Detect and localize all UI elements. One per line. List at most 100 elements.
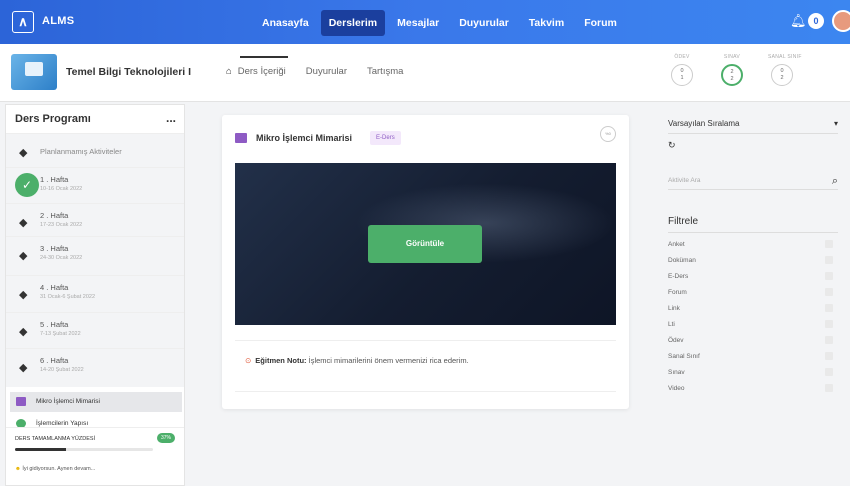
sidebar-item-week-1[interactable]: ✓ 1 . Hafta 10-16 Ocak 2022 — [6, 167, 184, 203]
layers-icon: ◆ — [19, 147, 28, 159]
filter-dokuman[interactable]: Doküman — [668, 256, 838, 264]
filter-lti[interactable]: Lti — [668, 320, 838, 328]
layers-icon: ◆ — [19, 250, 28, 262]
stat-label: SANAL SINIF — [768, 54, 802, 60]
sidebar-activity-islemcilerin-yapisi[interactable]: İşlemcilerin Yapısı — [10, 414, 182, 428]
stat-sanal-sinif[interactable]: SANAL SINIF 02 — [768, 54, 802, 86]
filter-sanal-sinif[interactable]: Sanal Sınıf — [668, 352, 838, 360]
chevron-down-icon[interactable]: ▾ — [834, 119, 838, 128]
brand-name[interactable]: ALMS — [42, 15, 74, 27]
activity-type-badge: E-Ders — [370, 131, 401, 145]
nav-takvim[interactable]: Takvim — [521, 10, 572, 36]
stat-counter: 22 — [721, 64, 743, 86]
completion-progress-fill — [15, 448, 67, 451]
tab-ders-icerigi[interactable]: ⌂ Ders İçeriği — [226, 56, 288, 77]
activity-card: Mikro İşlemci Mimarisi E-Ders %0 Görüntü… — [222, 115, 629, 409]
filter-checkbox[interactable] — [825, 336, 833, 344]
filter-checkbox[interactable] — [825, 272, 833, 280]
completion-badge: 37% — [156, 433, 175, 443]
sidebar-item-week-2[interactable]: ◆ 2 . Hafta 17-23 Ocak 2022 — [6, 203, 184, 236]
video-preview[interactable]: Görüntüle — [235, 163, 616, 325]
filter-sinav[interactable]: Sınav — [668, 368, 838, 376]
layers-icon: ◆ — [19, 289, 28, 301]
filter-checkbox[interactable] — [825, 368, 833, 376]
course-stats: ÖDEV 01 SINAV 22 SANAL SINIF 02 — [668, 54, 802, 86]
nav-anasayfa[interactable]: Anasayfa — [254, 10, 317, 36]
week-dates: 14-20 Şubat 2022 — [40, 367, 84, 373]
week-title: 4 . Hafta — [40, 283, 69, 292]
filter-label: Video — [668, 385, 685, 392]
completion-message-text: İyi gidiyorsun. Aynen devam... — [22, 466, 96, 472]
user-avatar[interactable] — [832, 10, 850, 32]
sort-select[interactable]: Varsayılan Sıralama ▾ ↻ — [668, 119, 838, 150]
completion-progress-bar — [15, 448, 153, 451]
sidebar-item-unplanned[interactable]: ◆ Planlanmamış Aktiviteler — [6, 133, 184, 167]
stat-label: ÖDEV — [674, 54, 690, 60]
refresh-icon[interactable]: ↻ — [668, 140, 676, 151]
week-dates: 31 Ocak-6 Şubat 2022 — [40, 294, 96, 300]
course-header: Temel Bilgi Teknolojileri I ⌂ Ders İçeriğ… — [0, 44, 850, 102]
week-dates: 10-16 Ocak 2022 — [40, 186, 83, 192]
week-title: 3 . Hafta — [40, 244, 69, 253]
filter-label: Ödev — [668, 337, 684, 344]
layers-icon: ◆ — [19, 326, 28, 338]
search-icon[interactable]: ⌕ — [832, 175, 838, 188]
sidebar-item-week-5[interactable]: ◆ 5 . Hafta 7-13 Şubat 2022 — [6, 312, 184, 348]
notification-count[interactable]: 0 — [808, 13, 824, 29]
course-tabs: ⌂ Ders İçeriği Duyurular Tartışma — [226, 56, 403, 77]
filter-label: Lti — [668, 321, 675, 328]
filter-checkbox[interactable] — [825, 352, 833, 360]
bell-icon[interactable]: 🔔︎ — [790, 13, 807, 29]
filter-checkbox[interactable] — [825, 320, 833, 328]
sort-value: Varsayılan Sıralama — [668, 119, 740, 128]
filter-anket[interactable]: Anket — [668, 240, 838, 248]
filter-link[interactable]: Link — [668, 304, 838, 312]
tab-duyurular[interactable]: Duyurular — [306, 66, 347, 77]
nav-forum[interactable]: Forum — [576, 10, 625, 36]
home-icon: ⌂ — [226, 66, 232, 77]
alms-logo-icon[interactable]: ∧ — [12, 11, 34, 33]
sidebar-item-week-4[interactable]: ◆ 4 . Hafta 31 Ocak-6 Şubat 2022 — [6, 275, 184, 312]
filter-forum[interactable]: Forum — [668, 288, 838, 296]
filter-label: Link — [668, 305, 680, 312]
sidebar-item-label: Planlanmamış Aktiviteler — [40, 147, 122, 156]
search-input[interactable]: Aktivite Ara — [668, 177, 701, 184]
filter-video[interactable]: Video — [668, 384, 838, 392]
note-label: Eğitmen Notu: — [255, 356, 307, 365]
filter-checkbox[interactable] — [825, 256, 833, 264]
sidebar-item-week-3[interactable]: ◆ 3 . Hafta 24-30 Ocak 2022 — [6, 236, 184, 275]
filter-checkbox[interactable] — [825, 240, 833, 248]
activity-header: Mikro İşlemci Mimarisi E-Ders — [235, 131, 401, 145]
week-dates: 24-30 Ocak 2022 — [40, 255, 83, 261]
activity-title: Mikro İşlemci Mimarisi — [256, 133, 353, 143]
week-dates: 7-13 Şubat 2022 — [40, 331, 81, 337]
activity-search[interactable]: Aktivite Ara ⌕ — [668, 175, 838, 187]
nav-mesajlar[interactable]: Mesajlar — [389, 10, 447, 36]
sidebar-title: Ders Programı — [15, 113, 91, 125]
stat-label: SINAV — [723, 54, 741, 60]
filter-e-ders[interactable]: E-Ders — [668, 272, 838, 280]
filter-checkbox[interactable] — [825, 288, 833, 296]
tab-tartisma[interactable]: Tartışma — [367, 66, 403, 77]
divider — [668, 232, 838, 233]
more-options-icon[interactable]: ... — [166, 111, 176, 125]
nav-duyurular[interactable]: Duyurular — [451, 10, 517, 36]
course-title: Temel Bilgi Teknolojileri I — [66, 66, 192, 78]
filter-odev[interactable]: Ödev — [668, 336, 838, 344]
stat-sinav[interactable]: SINAV 22 — [718, 54, 746, 86]
nav-derslerim[interactable]: Derslerim — [320, 10, 386, 36]
stat-odev[interactable]: ÖDEV 01 — [668, 54, 696, 86]
completion-label: DERS TAMAMLANMA YÜZDESİ — [15, 436, 96, 442]
sidebar-activity-mikro-islemci[interactable]: Mikro İşlemci Mimarisi — [10, 392, 182, 412]
divider — [668, 189, 838, 190]
filter-title: Filtrele — [668, 216, 699, 227]
filter-checkbox[interactable] — [825, 384, 833, 392]
layers-icon: ◆ — [19, 362, 28, 374]
note-text: İşlemci mimarilerini önem vermenizi rica… — [308, 356, 469, 365]
filter-checkbox[interactable] — [825, 304, 833, 312]
smile-icon: ☻ — [15, 466, 21, 472]
filter-label: Sınav — [668, 369, 685, 376]
sidebar-item-week-6[interactable]: ◆ 6 . Hafta 14-20 Şubat 2022 — [6, 348, 184, 387]
week-title: 5 . Hafta — [40, 320, 69, 329]
view-button[interactable]: Görüntüle — [368, 225, 482, 263]
